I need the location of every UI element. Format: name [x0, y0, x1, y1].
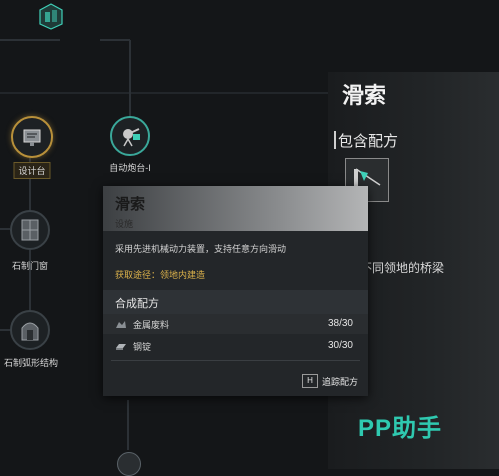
tree-node-label: 石制弧形结构: [3, 358, 59, 368]
scrap-metal-icon: [116, 321, 126, 328]
material-count: 38/30: [327, 318, 353, 329]
tree-node-label: 自动炮台-I: [109, 163, 151, 173]
tree-node-design-table[interactable]: [11, 116, 53, 158]
tree-node-stone-door[interactable]: [10, 210, 50, 250]
stone-arch-icon: [21, 322, 39, 341]
stone-door-icon: [21, 219, 39, 241]
detail-section-label: 包含配方: [338, 133, 399, 150]
tooltip-source: 获取途径：领地内建造: [115, 270, 206, 280]
recipe-section-header: 合成配方: [103, 290, 368, 314]
material-name: 金属废料: [133, 320, 170, 330]
blueprint-icon: [23, 129, 41, 146]
tree-node-auto-turret[interactable]: [110, 116, 150, 156]
steel-ingot-icon: [116, 344, 126, 350]
material-row: 金属废料 38/30: [103, 314, 368, 334]
tooltip-title: 滑索: [115, 196, 146, 213]
detail-title: 滑索: [342, 83, 387, 108]
material-name: 钢锭: [133, 342, 152, 352]
base-structure-icon[interactable]: [34, 2, 68, 30]
locked-node-icon[interactable]: [117, 452, 141, 476]
track-recipe-button[interactable]: H 追踪配方: [301, 374, 358, 388]
material-count: 30/30: [327, 340, 353, 351]
material-row: 钢锭 30/30: [103, 336, 368, 356]
section-marker: [334, 131, 336, 149]
detail-description: 不同领地的桥梁: [360, 261, 445, 275]
recipe-section-label: 合成配方: [115, 298, 159, 310]
tooltip-category: 设施: [115, 219, 134, 229]
tree-node-label: 石制门窗: [11, 261, 49, 271]
item-tooltip: 滑索 设施 采用先进机械动力装置，支持任意方向滑动 获取途径：领地内建造 合成配…: [103, 186, 368, 396]
divider: [111, 360, 360, 361]
h-key-icon: H: [301, 374, 318, 388]
turret-icon: [123, 128, 140, 147]
tooltip-description: 采用先进机械动力装置，支持任意方向滑动: [115, 244, 287, 254]
watermark-logo: PP助手: [358, 415, 443, 442]
tree-node-label: 设计台: [13, 162, 51, 179]
tree-node-stone-arch[interactable]: [10, 310, 50, 350]
track-recipe-label: 追踪配方: [321, 376, 358, 387]
